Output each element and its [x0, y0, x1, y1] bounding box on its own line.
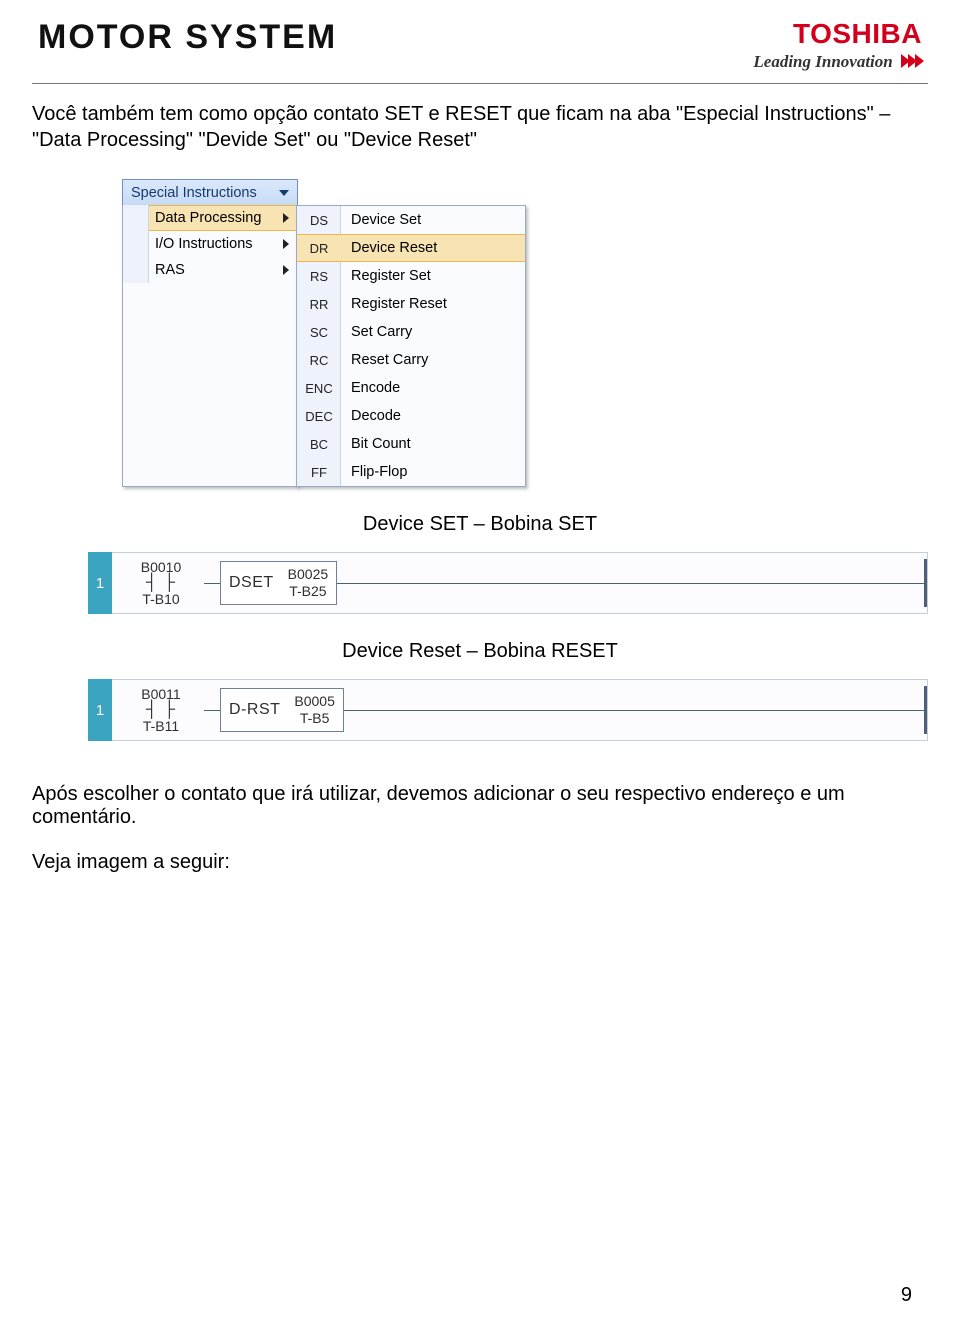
page-header: MOTOR SYSTEM TOSHIBA Leading Innovation [32, 18, 928, 77]
chevron-right-icon [901, 53, 922, 73]
special-instructions-label: Special Instructions [131, 185, 257, 201]
submenu1-item-label: RAS [155, 262, 185, 278]
submenu2-item-code: ENC [297, 381, 341, 396]
submenu2-item-name: Encode [341, 380, 400, 396]
contact-block: B0010 ┤ ├ T-B10 [118, 559, 204, 607]
rail-end [924, 559, 927, 607]
submenu-level1: Data Processing I/O Instructions RAS [122, 205, 298, 487]
header-divider [32, 83, 928, 84]
follow-paragraph: Veja imagem a seguir: [32, 851, 928, 874]
instruction-out-top: B0005 [294, 693, 334, 710]
submenu2-item-name: Register Reset [341, 296, 447, 312]
submenu2-item-code: RR [297, 297, 341, 312]
submenu2-item-name: Decode [341, 408, 401, 424]
contact-bottom: T-B11 [118, 718, 204, 734]
contact-block: B0011 ┤ ├ T-B11 [118, 686, 204, 734]
submenu2-item[interactable]: RSRegister Set [297, 262, 525, 290]
page-number: 9 [901, 1284, 912, 1307]
chevron-right-icon [283, 239, 289, 249]
brand-tagline: Leading Innovation [753, 52, 922, 73]
menu-icon-rail [123, 205, 149, 283]
brand-motor-system: MOTOR SYSTEM [38, 18, 337, 57]
submenu2-item[interactable]: RCReset Carry [297, 346, 525, 374]
submenu2-item[interactable]: DSDevice Set [297, 206, 525, 234]
contact-symbol: ┤ ├ [118, 702, 204, 718]
instruction-box: D-RST B0005 T-B5 [220, 688, 344, 732]
submenu2-item-code: DEC [297, 409, 341, 424]
submenu2-item-code: DS [297, 213, 341, 228]
submenu2-item[interactable]: DRDevice Reset [297, 234, 525, 262]
contact-symbol: ┤ ├ [118, 575, 204, 591]
submenu2-item-code: RS [297, 269, 341, 284]
submenu2-item[interactable]: RRRegister Reset [297, 290, 525, 318]
submenu-level2: DSDevice SetDRDevice ResetRSRegister Set… [296, 205, 526, 487]
wire [344, 710, 924, 711]
rung-number: 1 [88, 679, 112, 741]
instruction-opcode: DSET [229, 574, 274, 592]
intro-paragraph: Você também tem como opção contato SET e… [32, 102, 928, 153]
submenu2-item[interactable]: BCBit Count [297, 430, 525, 458]
submenu2-item-code: RC [297, 353, 341, 368]
submenu2-item-name: Set Carry [341, 324, 412, 340]
submenu1-item[interactable]: Data Processing [123, 205, 297, 231]
instruction-opcode: D-RST [229, 701, 280, 719]
chevron-right-icon [283, 213, 289, 223]
chevron-right-icon [283, 265, 289, 275]
contact-top: B0010 [118, 559, 204, 575]
chevron-down-icon [279, 190, 289, 196]
rail-end [924, 686, 927, 734]
wire [204, 583, 220, 584]
submenu2-item-code: DR [297, 241, 341, 256]
caption-device-set: Device SET – Bobina SET [32, 513, 928, 536]
wire [337, 583, 924, 584]
submenu2-item-code: FF [297, 465, 341, 480]
brand-toshiba: TOSHIBA [753, 18, 922, 50]
instruction-out-bottom: T-B5 [294, 710, 334, 727]
submenu1-item[interactable]: I/O Instructions [123, 231, 297, 257]
submenu2-item[interactable]: DECDecode [297, 402, 525, 430]
menu-figure: Special Instructions Data Processing I/O … [122, 179, 602, 487]
submenu2-item-code: SC [297, 325, 341, 340]
submenu1-item-label: Data Processing [155, 210, 261, 226]
submenu2-item-name: Bit Count [341, 436, 411, 452]
submenu2-item[interactable]: ENCEncode [297, 374, 525, 402]
closing-paragraph: Após escolher o contato que irá utilizar… [32, 783, 928, 829]
wire [204, 710, 220, 711]
instruction-out-top: B0025 [288, 566, 328, 583]
submenu2-item-name: Flip-Flop [341, 464, 407, 480]
submenu2-item-name: Register Set [341, 268, 431, 284]
special-instructions-button[interactable]: Special Instructions [122, 179, 298, 205]
submenu2-item[interactable]: FFFlip-Flop [297, 458, 525, 486]
submenu1-item[interactable]: RAS [123, 257, 297, 283]
submenu2-item-name: Device Reset [341, 240, 437, 256]
ladder-reset-figure: 1 B0011 ┤ ├ T-B11 D-RST B0005 T-B5 [88, 679, 928, 741]
submenu2-item-name: Reset Carry [341, 352, 428, 368]
contact-bottom: T-B10 [118, 591, 204, 607]
brand-toshiba-block: TOSHIBA Leading Innovation [753, 18, 922, 73]
submenu2-item-name: Device Set [341, 212, 421, 228]
submenu2-item-code: BC [297, 437, 341, 452]
caption-device-reset: Device Reset – Bobina RESET [32, 640, 928, 663]
submenu1-item-label: I/O Instructions [155, 236, 253, 252]
instruction-box: DSET B0025 T-B25 [220, 561, 337, 605]
ladder-set-figure: 1 B0010 ┤ ├ T-B10 DSET B0025 T-B25 [88, 552, 928, 614]
contact-top: B0011 [118, 686, 204, 702]
instruction-out-bottom: T-B25 [288, 583, 328, 600]
submenu2-item[interactable]: SCSet Carry [297, 318, 525, 346]
rung-number: 1 [88, 552, 112, 614]
